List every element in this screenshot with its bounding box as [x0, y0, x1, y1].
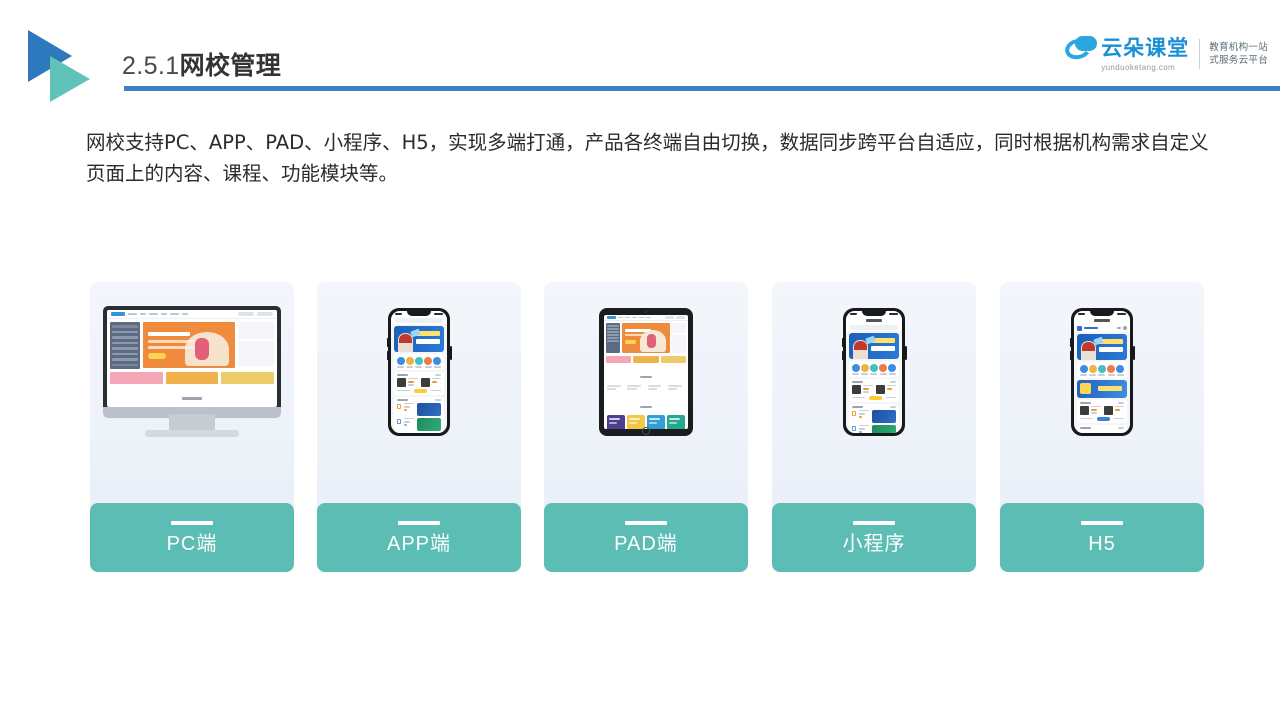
device-illustration-app [317, 282, 521, 462]
label-dash [1081, 520, 1123, 525]
platform-label-text: PC端 [166, 532, 218, 555]
device-illustration-pad [544, 282, 748, 462]
platform-label-text: 小程序 [842, 532, 906, 555]
phone-icon [841, 308, 907, 436]
triangle-teal-icon [50, 56, 90, 102]
section-title: 网校管理 [179, 52, 282, 80]
platform-label-text: H5 [1088, 532, 1116, 555]
platform-label-app[interactable]: APP端 [317, 503, 521, 572]
label-dash [171, 520, 213, 525]
slide-header: 2.5.1网校管理 云朵课堂 yunduoketang.com 教育机构一站 式… [0, 0, 1280, 110]
section-number: 2.5.1 [122, 52, 180, 80]
device-illustration-h5 [1000, 282, 1204, 462]
brand-name: 云朵课堂 [1101, 37, 1190, 60]
brand-divider [1199, 39, 1201, 69]
brand-main: 云朵课堂 yunduoketang.com [1063, 36, 1190, 72]
body-paragraph: 网校支持PC、APP、PAD、小程序、H5，实现多端打通，产品各终端自由切换，数… [86, 131, 1209, 185]
phone-icon [1069, 308, 1135, 436]
platform-label-pad[interactable]: PAD端 [544, 503, 748, 572]
label-dash [853, 520, 895, 525]
platform-label-pc[interactable]: PC端 [90, 503, 294, 572]
cloud-icon [1063, 36, 1099, 62]
device-illustration-pc [90, 282, 294, 462]
brand-logo: 云朵课堂 yunduoketang.com 教育机构一站 式服务云平台 [1063, 36, 1268, 72]
platform-label-text: PAD端 [614, 532, 678, 555]
label-dash [398, 520, 440, 525]
brand-url: yunduoketang.com [1101, 63, 1176, 72]
brand-tagline-line2: 式服务云平台 [1209, 55, 1268, 66]
brand-tagline-line1: 教育机构一站 [1209, 42, 1268, 53]
double-triangle-logo [28, 30, 106, 102]
phone-icon [386, 308, 452, 436]
platform-label-miniprogram[interactable]: 小程序 [772, 503, 976, 572]
label-dash [625, 520, 667, 525]
monitor-icon [103, 306, 281, 438]
platform-label-text: APP端 [386, 532, 452, 555]
platform-label-h5[interactable]: H5 [1000, 503, 1204, 572]
brand-tagline: 教育机构一站 式服务云平台 [1209, 41, 1268, 67]
tablet-icon [599, 308, 693, 436]
title-underline [124, 86, 1280, 91]
device-illustration-miniprogram [772, 282, 976, 462]
brand-row: 云朵课堂 [1063, 36, 1190, 62]
page-title: 2.5.1网校管理 [122, 46, 281, 82]
